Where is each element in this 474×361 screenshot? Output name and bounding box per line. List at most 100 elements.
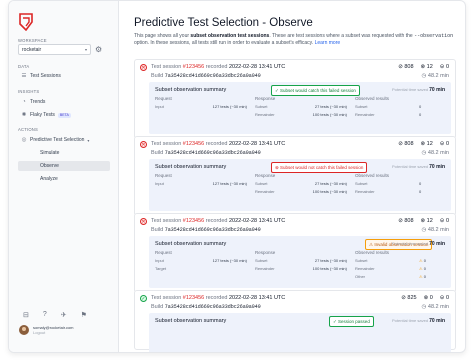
session-mid: recorded [204, 64, 229, 70]
obs-remainder-label: Remainder [355, 112, 375, 117]
saved-value: 70 min [429, 318, 445, 324]
metric-total-value: 808 [404, 141, 414, 147]
page-description: This page shows all your subset observat… [134, 33, 454, 47]
result-badge: ✓ Session passed [329, 316, 374, 327]
sidebar-item-label: Analyze [40, 176, 58, 182]
build-hash[interactable]: 7a35428cd41d669c96a33dbc26a0a049 [165, 227, 261, 233]
sidebar-item-simulate[interactable]: Simulate [18, 148, 110, 158]
session-id[interactable]: #123456 [183, 141, 204, 147]
test-metrics: ⊘ 825 ⊗ 0 ⊝ 0 [401, 295, 449, 301]
sidebar-item-label: Predictive Test Selection [30, 137, 85, 143]
duration-value: 48.2 min [427, 227, 449, 233]
metric-skips: ⊝ 0 [440, 141, 449, 147]
row-input-label: Input [155, 104, 164, 109]
metric-total: ⊘ 825 [401, 295, 416, 301]
remainder-value: 100 tests (~30 min) [312, 112, 347, 117]
user-menu[interactable]: somaly@rocketair.com Logout [19, 325, 74, 335]
logout-link[interactable]: Logout [33, 330, 74, 335]
build-label: Build [151, 227, 165, 233]
warning-icon: ⚠ [419, 274, 423, 279]
session-id[interactable]: #123456 [183, 218, 204, 224]
obs-subset: 0 [419, 104, 421, 109]
launchable-logo-icon[interactable] [18, 13, 34, 31]
chevron-down-icon: ▾ [84, 47, 87, 52]
sidebar-item-analyze[interactable]: Analyze [18, 174, 110, 184]
trends-icon: ◔ [22, 99, 26, 105]
session-card[interactable]: ✕ Test session #123456 recorded 2022-02-2… [134, 136, 456, 216]
col-response: Response [255, 96, 276, 101]
obs-subset: 0 [419, 181, 421, 186]
session-prefix: Test session [151, 141, 183, 147]
fail-circle-icon: ⊗ [420, 218, 426, 224]
session-prefix: Test session [151, 64, 183, 70]
session-id[interactable]: #123456 [183, 295, 204, 301]
obs-remainder-value: 0 [423, 266, 426, 271]
col-observed: Observed results [355, 250, 390, 255]
row-subset-label: Subset [255, 104, 268, 109]
sidebar-item-label: Flaky Tests [30, 112, 55, 118]
flag-icon[interactable]: ⚑ [81, 311, 87, 319]
session-title[interactable]: Test session #123456 recorded 2022-02-28… [151, 141, 285, 147]
sidebar-item-label: Simulate [40, 150, 60, 156]
workspace-select[interactable]: rocketair ▾ [18, 44, 91, 55]
book-icon[interactable]: ⊟ [23, 311, 29, 319]
session-card[interactable]: ✕ Test session #123456 recorded 2022-02-2… [134, 59, 456, 139]
actions-section-label: ACTIONS [18, 127, 39, 132]
warning-icon: ⚠ [419, 258, 423, 263]
col-request: Request [155, 250, 172, 255]
app-window: Workspace rocketair ▾ ⚙ DATA ☰ Test Sess… [8, 0, 466, 353]
build-hash[interactable]: 7a35428cd41d669c96a33dbc26a0a049 [165, 304, 261, 310]
check-circle-icon: ⊘ [398, 141, 403, 147]
col-request: Request [155, 96, 172, 101]
summary-title: Subset observation summary [155, 164, 227, 170]
flaky-icon: ✺ [21, 112, 27, 118]
build-hash[interactable]: 7a35428cd41d669c96a33dbc26a0a049 [165, 150, 261, 156]
metric-total: ⊘ 808 [398, 218, 413, 224]
metric-fails: ⊗ 0 [424, 295, 433, 301]
metric-skips-value: 0 [445, 64, 449, 70]
obs-remainder: ⚠ 0 [419, 266, 426, 271]
sidebar-item-pts[interactable]: ◎ Predictive Test Selection ▾ [18, 135, 110, 145]
sidebar-item-label: Test Sessions [30, 73, 61, 79]
summary-title: Subset observation summary [155, 318, 227, 324]
subset-summary: Subset observation summary ⚠ Invalid obs… [149, 236, 451, 288]
x-icon: ⊗ [275, 164, 279, 170]
sidebar-item-test-sessions[interactable]: ☰ Test Sessions [18, 71, 110, 81]
row-remainder-label: Remainder [255, 112, 275, 117]
main-content: Predictive Test Selection - Observe This… [119, 1, 465, 352]
summary-title: Subset observation summary [155, 87, 227, 93]
page-title: Predictive Test Selection - Observe [134, 17, 313, 29]
desc-text: This page shows all your [134, 33, 191, 39]
session-title[interactable]: Test session #123456 recorded 2022-02-28… [151, 218, 285, 224]
chevron-down-icon: ▾ [87, 137, 90, 143]
obs-remainder: 0 [419, 189, 421, 194]
duration-value: 48.2 min [427, 304, 449, 310]
obs-other: ⚠ 0 [419, 274, 426, 279]
list-icon: ☰ [21, 73, 27, 79]
obs-subset-label: Subset [355, 258, 368, 263]
remainder-value: 100 tests (~30 min) [312, 266, 347, 271]
session-card[interactable]: ✕ Test session #123456 recorded 2022-02-2… [134, 213, 456, 293]
help-icon[interactable]: ? [43, 311, 47, 319]
build-line: Build 7a35428cd41d669c96a33dbc26a0a049 [151, 227, 261, 233]
session-card[interactable]: ✓ Test session #123456 recorded 2022-02-2… [134, 290, 456, 352]
sidebar-item-trends[interactable]: ◔ Trends [18, 97, 110, 107]
sidebar-item-flaky-tests[interactable]: ✺ Flaky Tests BETA [18, 110, 110, 120]
desc-text: option. In these sessions, all tests sti… [134, 40, 315, 46]
session-title[interactable]: Test session #123456 recorded 2022-02-28… [151, 64, 285, 70]
sidebar-item-observe[interactable]: Observe [18, 161, 110, 171]
metric-total: ⊘ 808 [398, 64, 413, 70]
rocket-icon[interactable]: ✈ [61, 311, 67, 319]
obs-remainder-label: Remainder [355, 189, 375, 194]
remainder-value: 100 tests (~30 min) [312, 189, 347, 194]
session-id[interactable]: #123456 [183, 64, 204, 70]
workspace-label: Workspace [18, 38, 47, 43]
learn-more-link[interactable]: Learn more [315, 40, 341, 46]
build-hash[interactable]: 7a35428cd41d669c96a33dbc26a0a049 [165, 73, 261, 79]
session-title[interactable]: Test session #123456 recorded 2022-02-28… [151, 295, 285, 301]
result-badge: ⊗ Subset would not catch this failed ses… [271, 162, 368, 173]
input-value: 127 tests (~30 min) [212, 104, 247, 109]
gear-icon[interactable]: ⚙ [95, 45, 104, 54]
summary-title: Subset observation summary [155, 241, 227, 247]
skip-circle-icon: ⊝ [439, 64, 445, 70]
